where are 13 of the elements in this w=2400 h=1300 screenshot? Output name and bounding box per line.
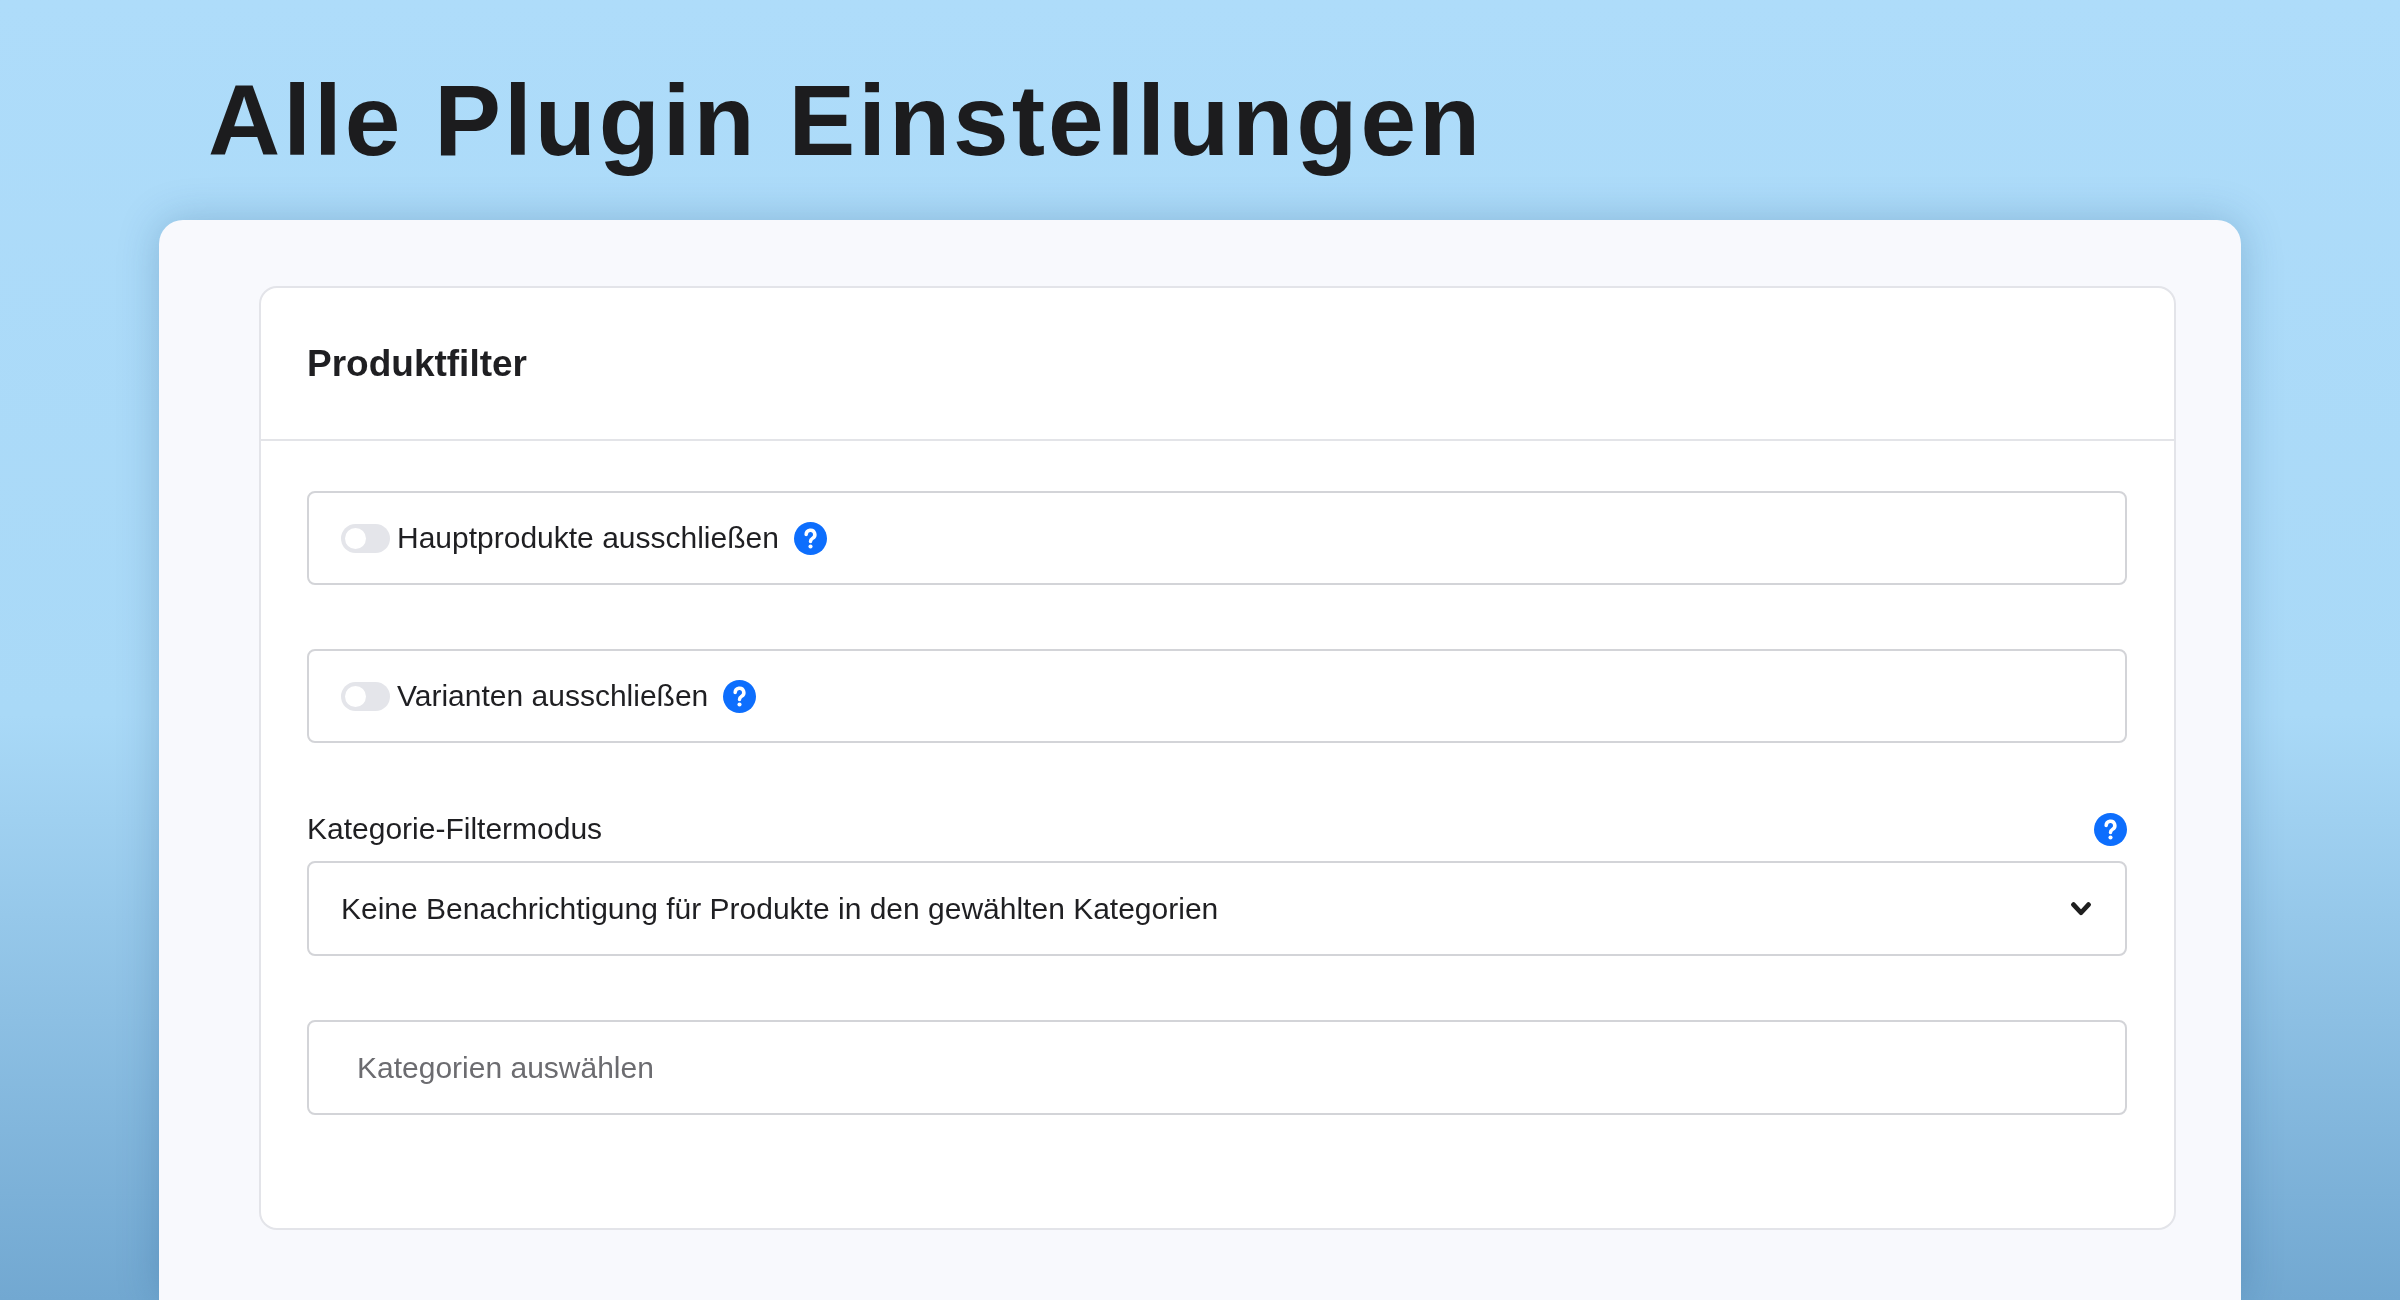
help-icon[interactable]	[793, 521, 827, 555]
help-icon[interactable]	[2094, 812, 2127, 846]
help-icon[interactable]	[723, 679, 757, 713]
toggle-switch[interactable]	[341, 523, 390, 553]
toggle-label: Varianten ausschließen	[397, 678, 709, 714]
toggle-switch[interactable]	[341, 681, 390, 711]
field-label: Kategorie-Filtermodus	[307, 811, 603, 847]
dropdown[interactable]: Keine Benachrichtigung für Produkte in den gewählten Kategorien	[307, 861, 2127, 956]
page-title: Alle Plugin Einstellungen	[208, 63, 1484, 178]
panel-title: Produktfilter	[307, 341, 527, 386]
chevron-down-icon	[2071, 901, 2091, 916]
input-field[interactable]: Kategorien auswählen	[307, 1020, 2127, 1115]
toggle-label: Hauptprodukte ausschließen	[397, 520, 779, 556]
